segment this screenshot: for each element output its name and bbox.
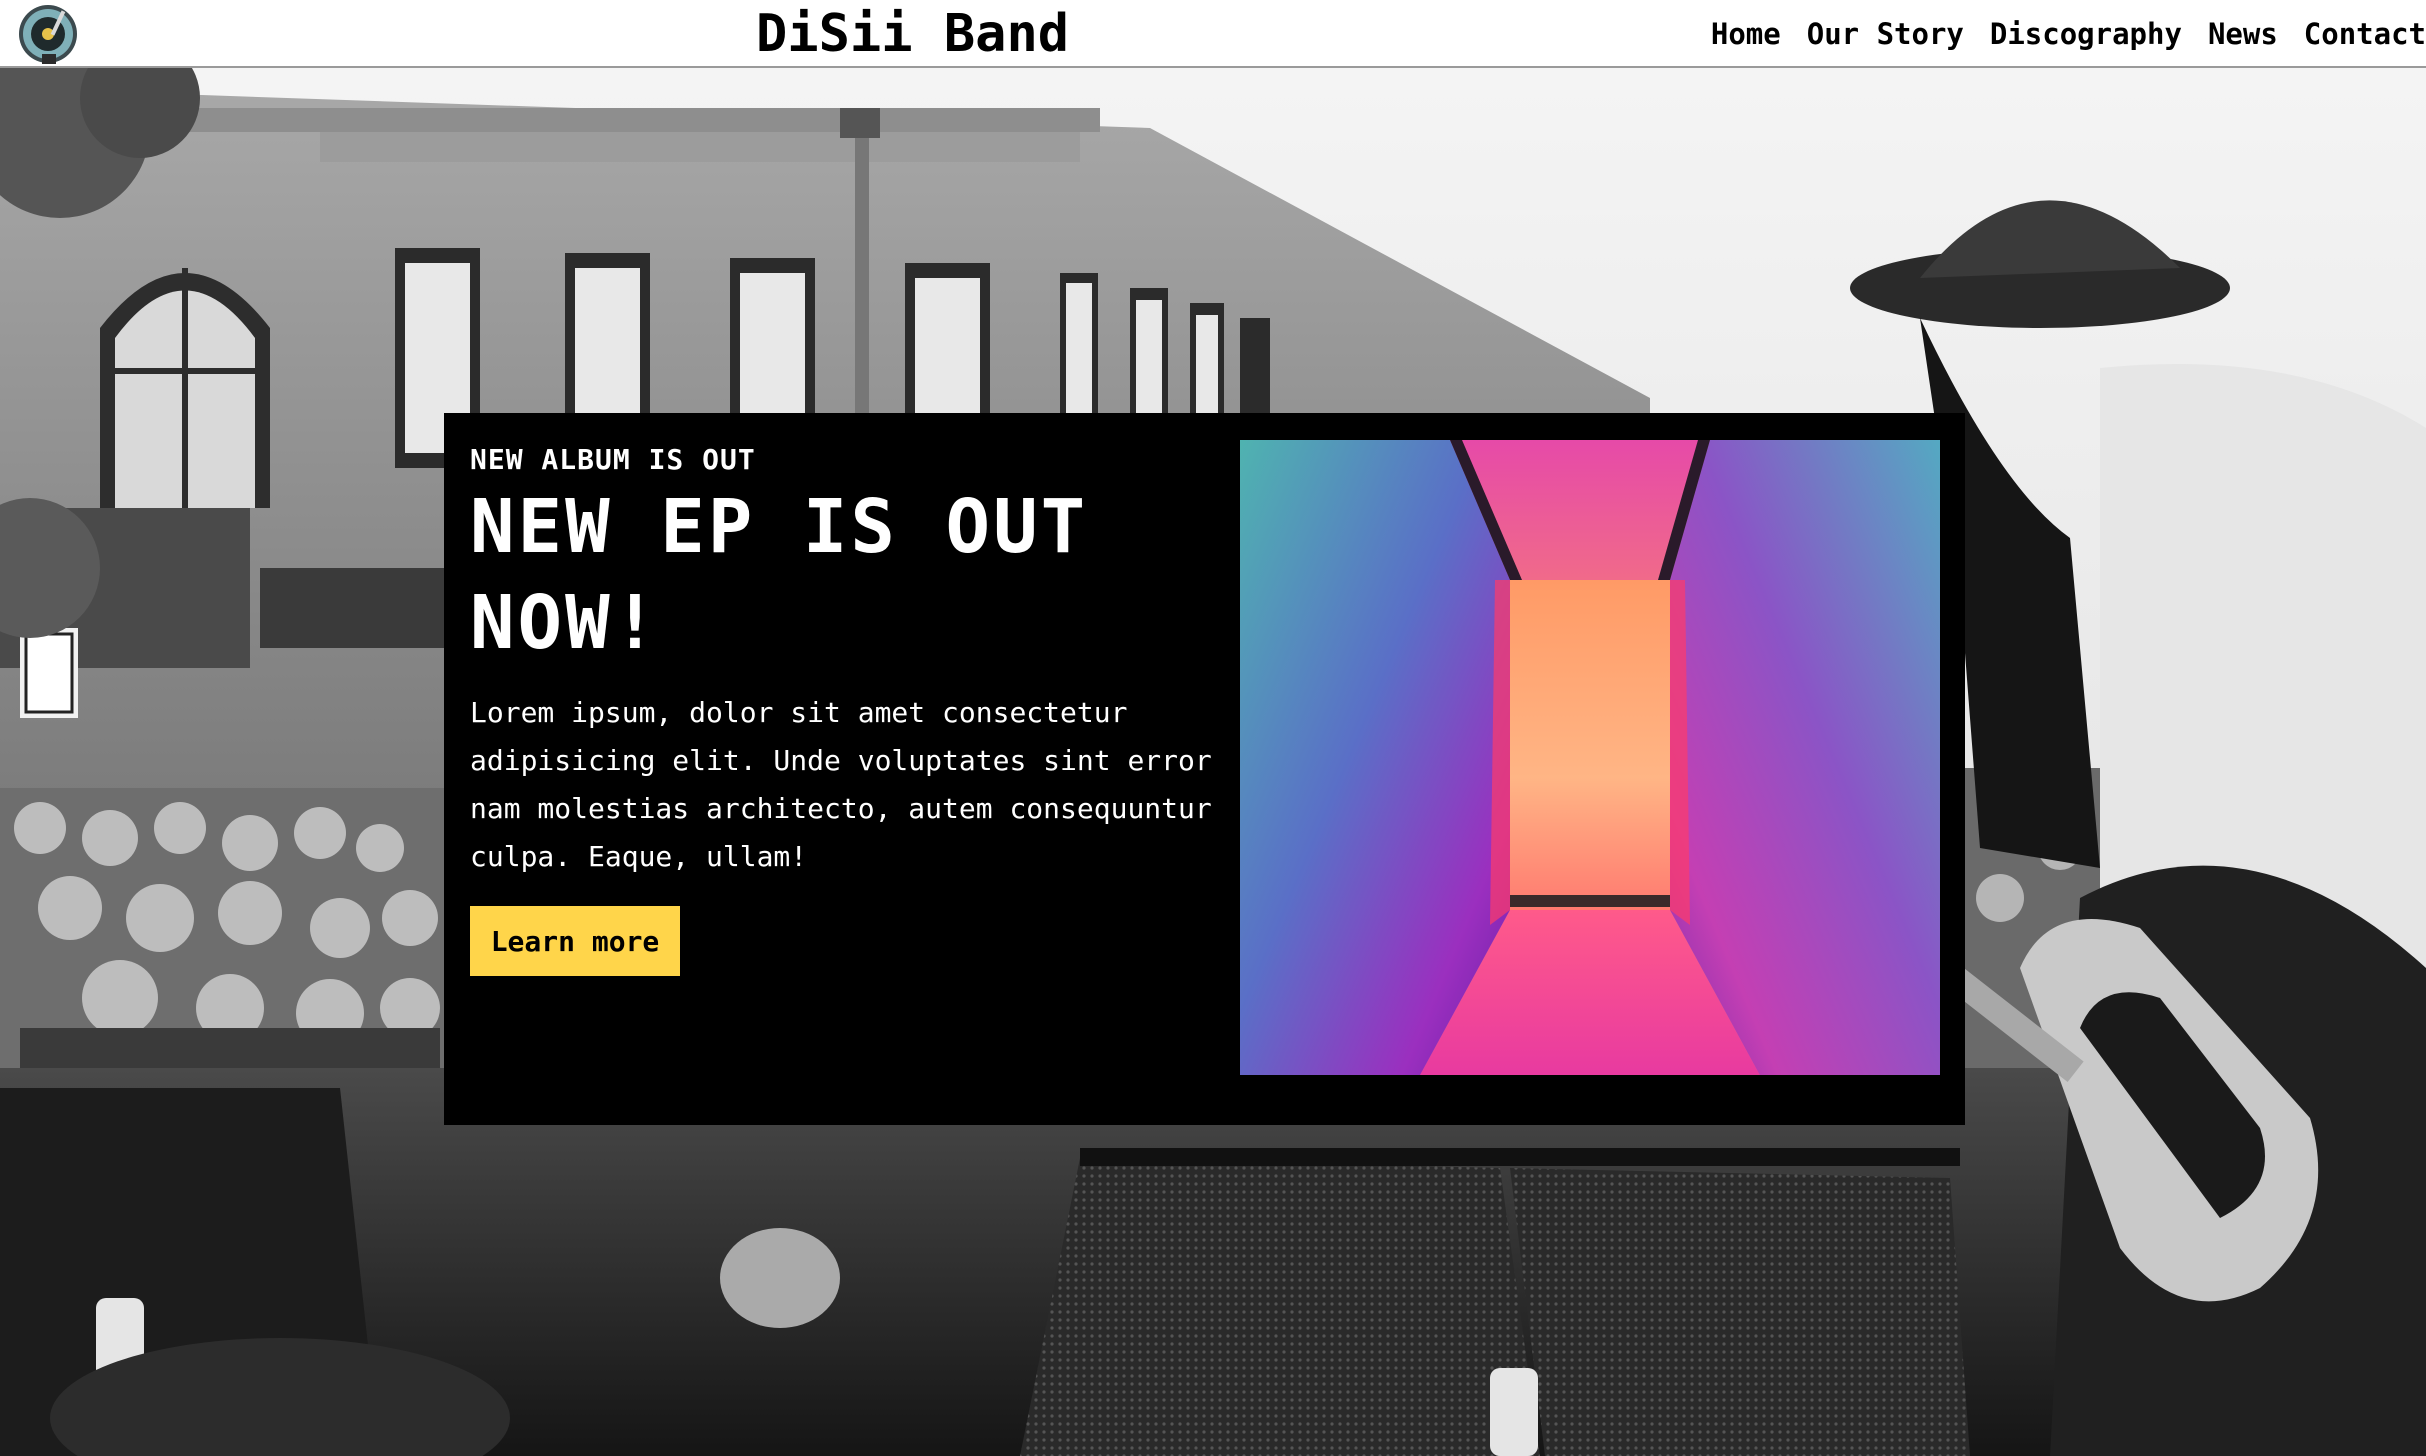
turntable-logo-icon[interactable] <box>12 2 88 66</box>
learn-more-button[interactable]: Learn more <box>470 906 680 976</box>
nav-contact[interactable]: Contact <box>2304 17 2426 51</box>
nav-home[interactable]: Home <box>1711 17 1781 51</box>
site-title[interactable]: DiSii Band <box>756 0 1069 68</box>
nav-news[interactable]: News <box>2208 17 2278 51</box>
album-cover-image[interactable] <box>1240 440 1940 1075</box>
card-body-text: Lorem ipsum, dolor sit amet consectetur … <box>470 696 1212 873</box>
nav-our-story[interactable]: Our Story <box>1807 17 1964 51</box>
site-header: DiSii Band Home Our Story Discography Ne… <box>0 0 2426 68</box>
hero-section: NEW ALBUM IS OUT NEW EP IS OUT NOW! Lore… <box>0 68 2426 1456</box>
main-nav: Home Our Story Discography News Contact <box>1711 0 2426 68</box>
card-kicker: NEW ALBUM IS OUT <box>470 443 756 476</box>
card-headline: NEW EP IS OUT NOW! <box>470 484 1089 666</box>
new-release-card: NEW ALBUM IS OUT NEW EP IS OUT NOW! Lore… <box>444 413 1965 1125</box>
nav-discography[interactable]: Discography <box>1990 17 2182 51</box>
